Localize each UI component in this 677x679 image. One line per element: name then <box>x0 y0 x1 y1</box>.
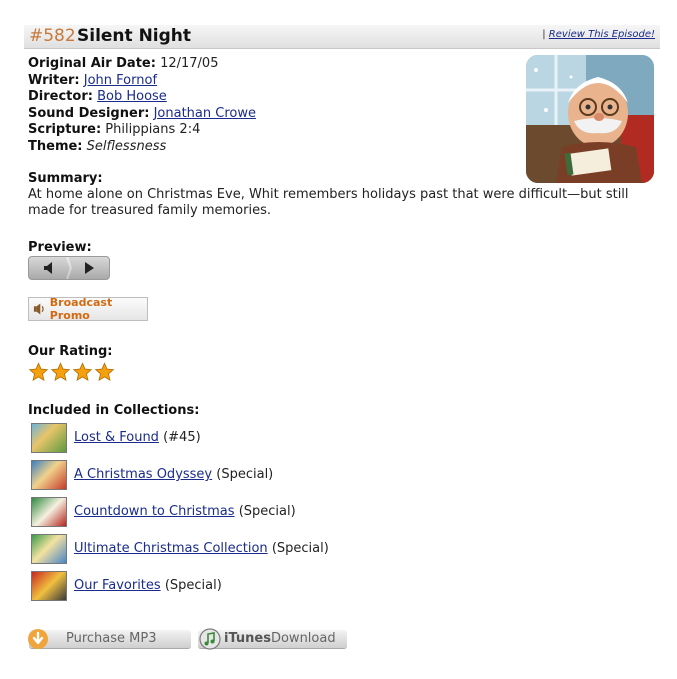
theme-label: Theme: <box>28 138 83 154</box>
collection-note: (Special) <box>216 467 274 482</box>
list-item: Ultimate Christmas Collection (Special) <box>31 534 431 564</box>
summary-text: At home alone on Christmas Eve, Whit rem… <box>28 187 629 218</box>
collection-note: (Special) <box>271 541 329 556</box>
list-item: Lost & Found (#45) <box>31 423 431 453</box>
director-link[interactable]: Bob Hoose <box>97 89 167 104</box>
star-icon <box>94 362 115 382</box>
episode-metadata: Original Air Date: 12/17/05 Writer: John… <box>28 56 256 156</box>
writer-link[interactable]: John Fornof <box>84 73 157 88</box>
broadcast-promo-button[interactable]: Broadcast Promo <box>28 296 148 322</box>
collection-link[interactable]: Ultimate Christmas Collection <box>74 541 268 556</box>
episode-title: Silent Night <box>77 26 192 46</box>
rating-stars <box>28 362 115 382</box>
preview-player <box>28 256 110 280</box>
cover-illustration <box>526 55 654 183</box>
sound-designer-link[interactable]: Jonathan Crowe <box>154 106 256 121</box>
list-item: Our Favorites (Special) <box>31 571 431 601</box>
collection-note: (#45) <box>163 430 201 445</box>
collection-thumbnail[interactable] <box>31 571 67 601</box>
collection-note: (Special) <box>238 504 296 519</box>
itunes-brand: iTunes <box>224 631 271 646</box>
purchase-mp3-button[interactable]: Purchase MP3 <box>28 629 191 649</box>
itunes-download-label: Download <box>270 631 336 646</box>
preview-previous-button[interactable] <box>29 257 69 279</box>
episode-header: #582 Silent Night | Review This Episode! <box>24 25 660 49</box>
air-date-label: Original Air Date: <box>28 56 156 71</box>
review-separator: | <box>542 29 546 40</box>
scripture-value: Philippians 2:4 <box>105 122 201 138</box>
review-area: | Review This Episode! <box>542 29 655 40</box>
sound-designer-label: Sound Designer: <box>28 105 150 121</box>
director-label: Director: <box>28 89 93 105</box>
scripture-label: Scripture: <box>28 122 102 138</box>
summary-label: Summary: <box>28 171 103 186</box>
collection-link[interactable]: A Christmas Odyssey <box>74 467 212 482</box>
itunes-note-icon <box>199 628 221 650</box>
theme-value: Selflessness <box>86 138 167 154</box>
collection-thumbnail[interactable] <box>31 460 67 490</box>
writer-label: Writer: <box>28 72 80 88</box>
download-arrow-icon <box>28 629 48 649</box>
star-icon <box>50 362 71 382</box>
review-episode-link[interactable]: Review This Episode! <box>549 29 655 40</box>
episode-cover-art <box>526 55 654 183</box>
collections-label: Included in Collections: <box>28 403 200 418</box>
collection-thumbnail[interactable] <box>31 423 67 453</box>
broadcast-promo-label: Broadcast Promo <box>49 296 113 322</box>
rating-label: Our Rating: <box>28 344 113 359</box>
episode-number: #582 <box>29 26 76 46</box>
preview-label: Preview: <box>28 240 92 255</box>
itunes-download-button[interactable]: iTunesDownload <box>198 628 347 650</box>
air-date-value: 12/17/05 <box>160 56 219 71</box>
collection-thumbnail[interactable] <box>31 497 67 527</box>
star-icon <box>28 362 49 382</box>
collection-link[interactable]: Our Favorites <box>74 578 161 593</box>
collection-note: (Special) <box>164 578 222 593</box>
collection-link[interactable]: Countdown to Christmas <box>74 504 235 519</box>
list-item: A Christmas Odyssey (Special) <box>31 460 431 490</box>
play-icon <box>85 262 94 274</box>
collection-thumbnail[interactable] <box>31 534 67 564</box>
speaker-icon <box>33 303 44 315</box>
preview-play-button[interactable] <box>69 257 109 279</box>
purchase-mp3-label: Purchase MP3 <box>66 631 157 646</box>
speaker-back-icon <box>44 262 52 274</box>
star-icon <box>72 362 93 382</box>
list-item: Countdown to Christmas (Special) <box>31 497 431 527</box>
collection-link[interactable]: Lost & Found <box>74 430 159 445</box>
